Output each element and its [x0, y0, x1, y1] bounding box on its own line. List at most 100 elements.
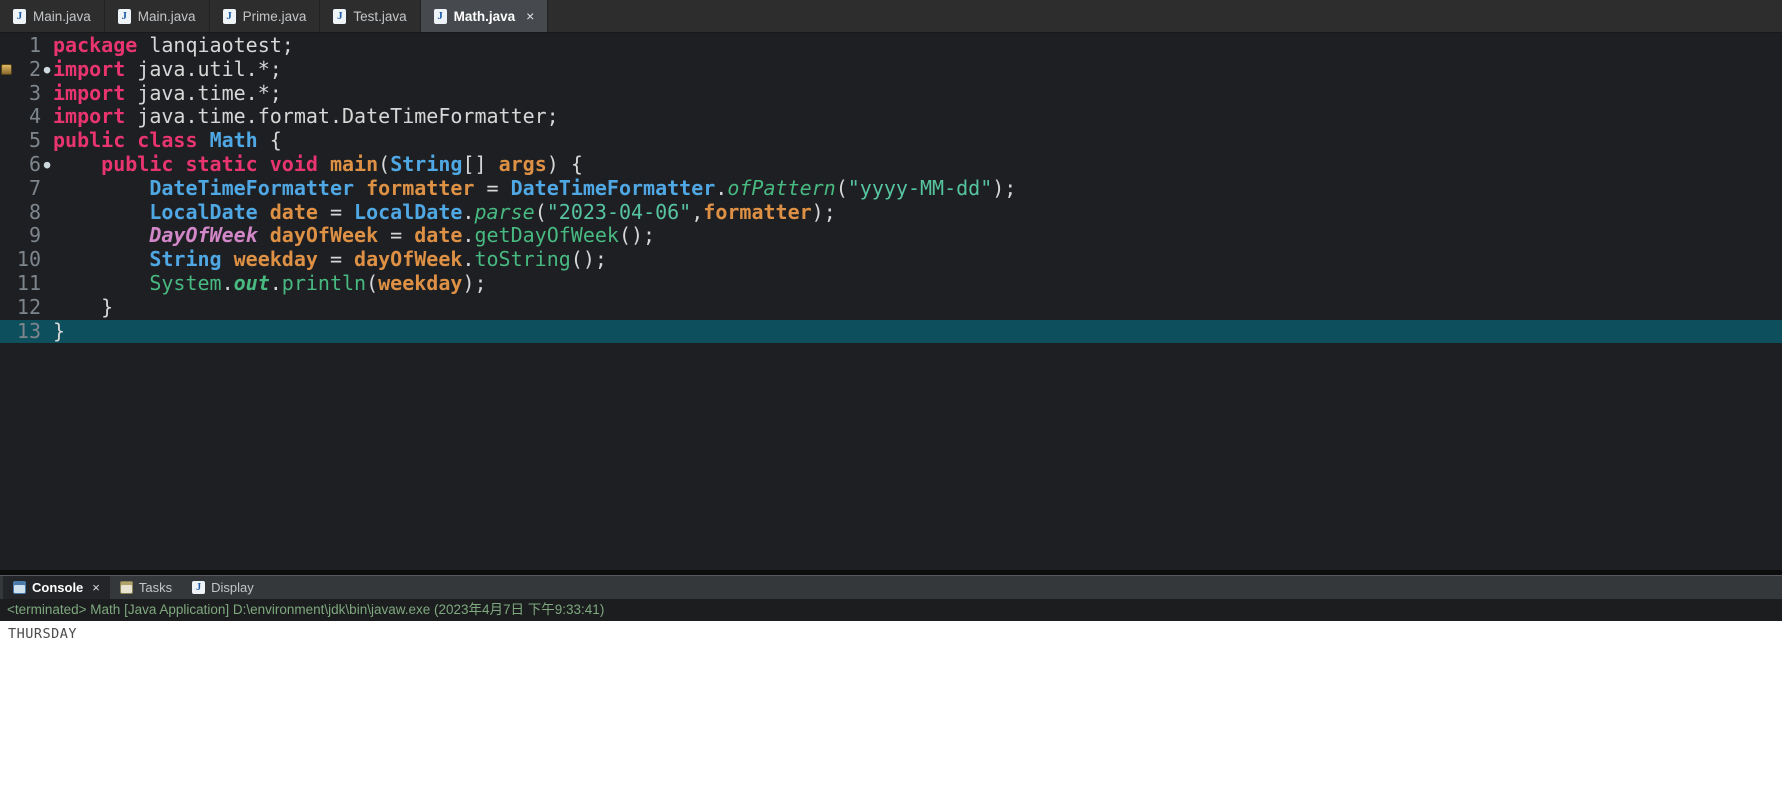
fold-spacer	[41, 296, 53, 320]
line-number: 2	[14, 58, 41, 82]
code-text: DayOfWeek dayOfWeek = date.getDayOfWeek(…	[53, 224, 655, 248]
code-text: String weekday = dayOfWeek.toString();	[53, 248, 607, 272]
token: date	[270, 200, 318, 224]
fold-spacer	[41, 34, 53, 58]
token: toString	[474, 247, 570, 271]
java-file-icon: J	[118, 9, 131, 24]
console-status: <terminated> Math [Java Application] D:\…	[0, 599, 1782, 621]
code-line-5[interactable]: 5public class Math {	[0, 129, 1782, 153]
gutter-margin	[0, 296, 14, 320]
code-line-4[interactable]: 4import java.time.format.DateTimeFormatt…	[0, 105, 1782, 129]
fold-marker-icon[interactable]: ●	[41, 153, 53, 177]
fold-marker-icon[interactable]: ●	[41, 58, 53, 82]
token: .	[270, 271, 282, 295]
token: );	[992, 176, 1016, 200]
editor-tab-1-main-java[interactable]: J Main.java	[105, 0, 210, 32]
line-number: 8	[14, 201, 41, 225]
token: Math	[210, 128, 258, 152]
token: =	[474, 176, 510, 200]
token: class	[137, 128, 197, 152]
code-line-3[interactable]: 3import java.time.*;	[0, 82, 1782, 106]
display-icon: J	[192, 581, 205, 594]
editor-tab-0-main-java[interactable]: JMain.java	[0, 0, 105, 32]
console-tab-close-icon[interactable]: ×	[92, 580, 100, 595]
gutter-marker-icon	[1, 64, 12, 75]
console-tab-label: Display	[211, 580, 254, 595]
token: java.time.*;	[125, 81, 282, 105]
console-tabbar: Console × Tasks J Display	[0, 575, 1782, 599]
token	[53, 200, 149, 224]
console-output[interactable]: THURSDAY	[0, 621, 1782, 804]
editor-tab-label: Main.java	[138, 9, 196, 24]
code-line-12[interactable]: 12 }	[0, 296, 1782, 320]
gutter-margin	[0, 82, 14, 106]
ide-window: JMain.javaJMain.javaJPrime.javaJTest.jav…	[0, 0, 1782, 804]
gutter-margin	[0, 58, 14, 82]
token: out	[234, 271, 270, 295]
token	[222, 247, 234, 271]
token: package	[53, 33, 137, 57]
token: }	[53, 319, 65, 343]
code-line-6[interactable]: 6● public static void main(String[] args…	[0, 153, 1782, 177]
token: java.util.*;	[125, 57, 282, 81]
token: }	[53, 295, 113, 319]
token: ) {	[547, 152, 583, 176]
token	[173, 152, 185, 176]
token: println	[282, 271, 366, 295]
token: ();	[619, 223, 655, 247]
token: dayOfWeek	[354, 247, 462, 271]
token	[53, 176, 149, 200]
console-tab-label: Console	[32, 580, 83, 595]
token: date	[414, 223, 462, 247]
gutter-margin	[0, 320, 14, 344]
code-line-11[interactable]: 11 System.out.println(weekday);	[0, 272, 1782, 296]
token	[125, 128, 137, 152]
code-line-1[interactable]: 1package lanqiaotest;	[0, 34, 1782, 58]
java-file-icon: J	[223, 9, 236, 24]
token: String	[390, 152, 462, 176]
code-line-13[interactable]: 13}	[0, 320, 1782, 344]
editor-tab-4-math-java[interactable]: JMath.java×	[421, 0, 549, 32]
token: {	[258, 128, 282, 152]
editor-tab-label: Prime.java	[243, 9, 307, 24]
token: static	[185, 152, 257, 176]
editor-tab-2-prime-java[interactable]: J Prime.java	[210, 0, 321, 32]
console-tab-display[interactable]: J Display	[182, 576, 264, 599]
token: =	[378, 223, 414, 247]
code-line-10[interactable]: 10 String weekday = dayOfWeek.toString()…	[0, 248, 1782, 272]
code-line-9[interactable]: 9 DayOfWeek dayOfWeek = date.getDayOfWee…	[0, 224, 1782, 248]
line-number: 6	[14, 153, 41, 177]
code-text: }	[53, 296, 113, 320]
token: .	[462, 200, 474, 224]
tab-close-icon[interactable]: ×	[526, 8, 534, 24]
token: .	[462, 247, 474, 271]
code-text: }	[53, 320, 65, 344]
editor-tab-3-test-java[interactable]: JTest.java	[320, 0, 420, 32]
token	[258, 223, 270, 247]
token	[53, 223, 149, 247]
token: parse	[474, 200, 534, 224]
token: DateTimeFormatter	[511, 176, 716, 200]
code-text: public class Math {	[53, 129, 282, 153]
gutter-margin	[0, 272, 14, 296]
token: =	[318, 247, 354, 271]
token	[258, 200, 270, 224]
token: []	[462, 152, 498, 176]
token: ();	[571, 247, 607, 271]
token: import	[53, 104, 125, 128]
code-area[interactable]: 1package lanqiaotest;2●import java.util.…	[0, 33, 1782, 570]
code-text: import java.time.*;	[53, 82, 282, 106]
tasks-icon	[120, 581, 133, 594]
token: .	[715, 176, 727, 200]
line-number: 7	[14, 177, 41, 201]
console-tab-tasks[interactable]: Tasks	[110, 576, 182, 599]
token: System	[149, 271, 221, 295]
console-tab-label: Tasks	[139, 580, 172, 595]
console-icon	[13, 581, 26, 594]
code-line-7[interactable]: 7 DateTimeFormatter formatter = DateTime…	[0, 177, 1782, 201]
code-line-8[interactable]: 8 LocalDate date = LocalDate.parse("2023…	[0, 201, 1782, 225]
code-line-2[interactable]: 2●import java.util.*;	[0, 58, 1782, 82]
token: .	[462, 223, 474, 247]
token: ,	[691, 200, 703, 224]
console-tab-console[interactable]: Console ×	[3, 576, 110, 599]
